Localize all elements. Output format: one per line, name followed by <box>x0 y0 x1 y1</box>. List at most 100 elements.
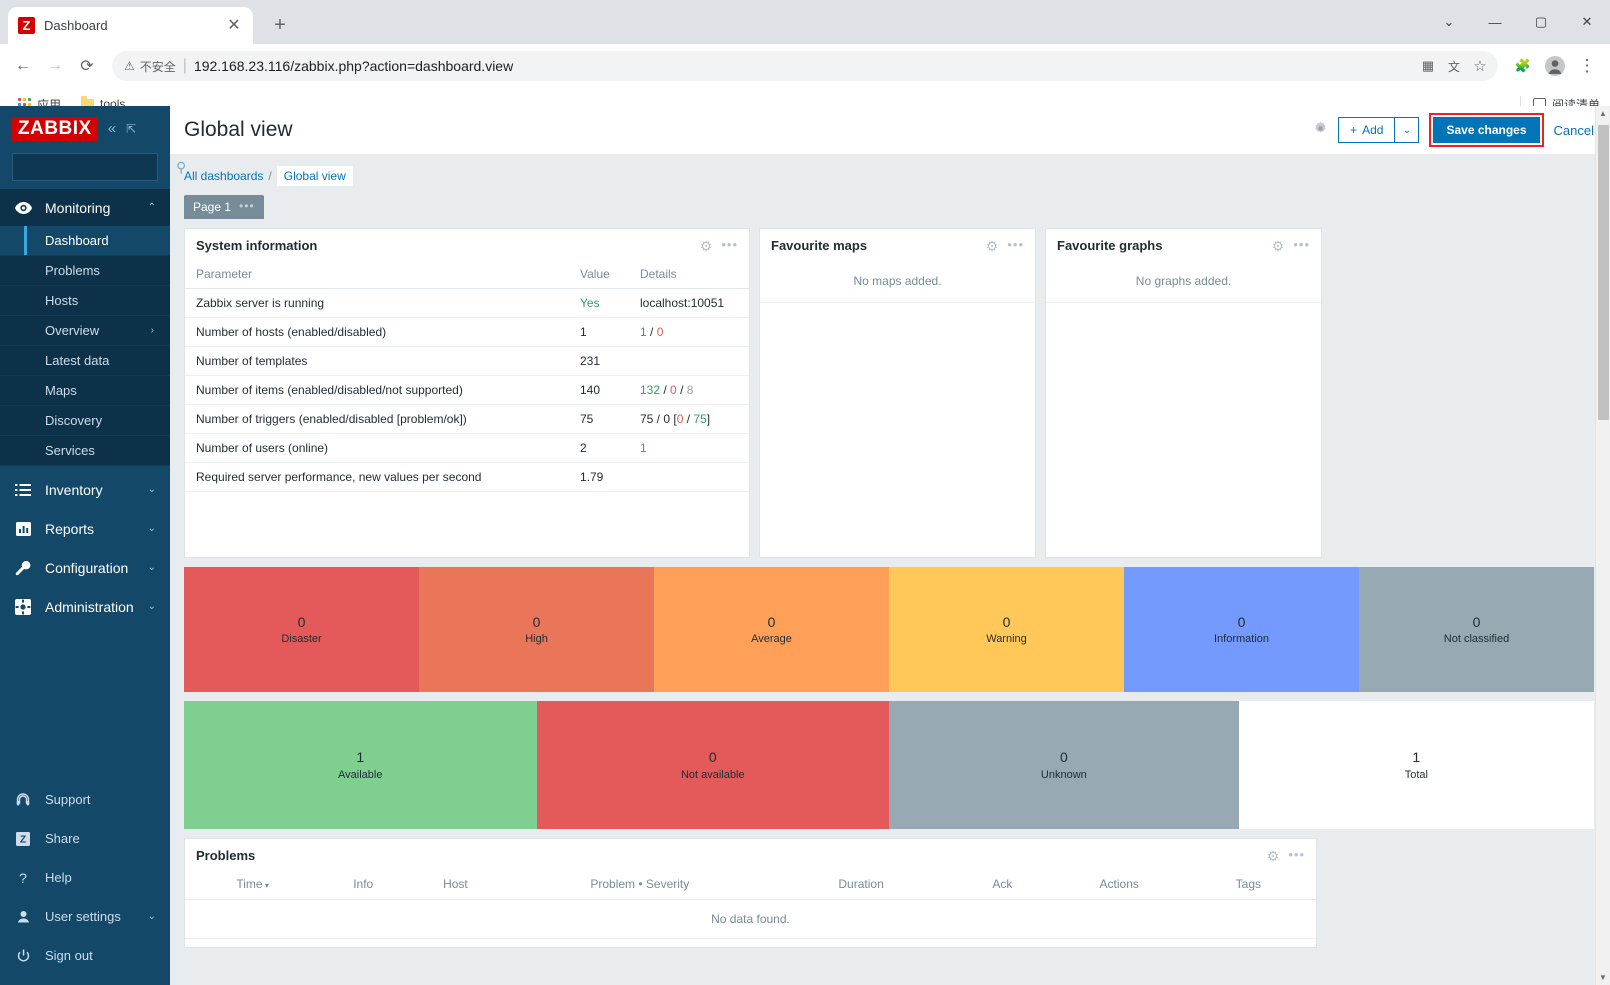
host-availability-available[interactable]: 1 Available <box>184 701 537 829</box>
chevron-down-icon: ⌄ <box>147 523 156 534</box>
browser-tab-dashboard[interactable]: Z Dashboard ✕ <box>8 7 253 44</box>
power-icon <box>14 949 32 962</box>
sidebar-item-discovery[interactable]: Discovery <box>0 406 170 436</box>
problems-column-tags[interactable]: Tags <box>1180 872 1316 900</box>
breadcrumb-global-view[interactable]: Global view <box>276 166 353 186</box>
widget-system-information-title: System information <box>196 238 318 253</box>
scrollbar-track[interactable] <box>1596 121 1610 970</box>
expand-sidebar-icon[interactable]: ⇱ <box>126 123 136 135</box>
problems-column-time[interactable]: Time ▾ <box>185 872 321 900</box>
close-window-icon[interactable]: ✕ <box>1564 6 1610 38</box>
widget-gear-icon[interactable]: ⚙ <box>1272 239 1285 253</box>
cancel-button[interactable]: Cancel <box>1554 123 1594 138</box>
sidebar-group-administration[interactable]: Administration ⌄ <box>0 588 170 625</box>
qr-code-icon[interactable]: ▦ <box>1416 54 1440 78</box>
dashboard-page-tab-1-label: Page 1 <box>193 200 232 214</box>
problems-column-duration[interactable]: Duration <box>775 872 948 900</box>
severity-tile-average[interactable]: 0 Average <box>654 567 889 692</box>
problems-column-actions[interactable]: Actions <box>1057 872 1181 900</box>
scrollbar-thumb[interactable] <box>1598 125 1609 420</box>
collapse-sidebar-icon[interactable]: « <box>108 121 116 136</box>
zabbix-z-icon: Z <box>14 831 32 846</box>
sidebar-item-latest-data[interactable]: Latest data <box>0 346 170 376</box>
problems-empty-text: No data found. <box>185 899 1316 939</box>
detail-part: / <box>646 325 657 339</box>
sidebar-item-overview[interactable]: Overview › <box>0 316 170 346</box>
sidebar-item-dashboard[interactable]: Dashboard <box>0 226 170 256</box>
widget-gear-icon[interactable]: ⚙ <box>1267 849 1280 863</box>
sidebar-item-help[interactable]: ? Help <box>0 858 170 897</box>
page-tab-menu-icon[interactable]: ••• <box>239 200 255 212</box>
severity-tile-warning[interactable]: 0 Warning <box>889 567 1124 692</box>
problems-column-info[interactable]: Info <box>320 872 407 900</box>
sidebar-group-inventory[interactable]: Inventory ⌄ <box>0 471 170 508</box>
minimize-window-icon[interactable]: — <box>1472 6 1518 38</box>
reload-icon[interactable]: ⟳ <box>72 51 102 81</box>
bookmark-star-icon[interactable]: ☆ <box>1468 54 1492 78</box>
translate-icon[interactable]: 文 <box>1442 54 1466 78</box>
back-icon[interactable]: ← <box>8 51 38 81</box>
sidebar-item-services[interactable]: Services <box>0 436 170 466</box>
severity-tile-not-classified[interactable]: 0 Not classified <box>1359 567 1594 692</box>
widget-menu-icon[interactable]: ••• <box>1293 239 1310 251</box>
not-secure-indicator[interactable]: ⚠ 不安全 <box>124 58 176 75</box>
sidebar-group-reports[interactable]: Reports ⌄ <box>0 510 170 547</box>
page-scrollbar[interactable]: ▲ ▼ <box>1595 106 1610 985</box>
sidebar-item-share[interactable]: Z Share <box>0 819 170 858</box>
problems-column-ack[interactable]: Ack <box>947 872 1058 900</box>
add-widget-button[interactable]: + Add <box>1338 117 1396 143</box>
warning-triangle-icon: ⚠ <box>124 59 135 73</box>
chevron-up-icon: ⌃ <box>147 202 156 213</box>
detail-part: / <box>660 383 671 397</box>
address-bar[interactable]: ⚠ 不安全 | 192.168.23.116/zabbix.php?action… <box>112 51 1498 81</box>
maximize-window-icon[interactable]: ▢ <box>1518 6 1564 38</box>
close-tab-icon[interactable]: ✕ <box>225 17 243 34</box>
extensions-icon[interactable]: 🧩 <box>1508 51 1538 81</box>
problems-column-problem-severity[interactable]: Problem • Severity <box>504 872 776 900</box>
new-tab-button[interactable]: + <box>265 10 295 40</box>
browser-menu-icon[interactable]: ⋮ <box>1572 51 1602 81</box>
widget-menu-icon[interactable]: ••• <box>721 239 738 251</box>
severity-tile-disaster[interactable]: 0 Disaster <box>184 567 419 692</box>
widget-menu-icon[interactable]: ••• <box>1288 849 1305 861</box>
sidebar-item-support[interactable]: Support <box>0 780 170 819</box>
detail-part: ] <box>706 412 711 426</box>
sidebar-item-problems[interactable]: Problems <box>0 256 170 286</box>
sidebar-group-configuration[interactable]: Configuration ⌄ <box>0 549 170 586</box>
sidebar-footer-menu: Support Z Share ? Help User settings ⌄ S… <box>0 780 170 985</box>
sidebar-search[interactable]: ⚲ <box>12 153 186 181</box>
search-input[interactable] <box>21 160 176 174</box>
sidebar-group-monitoring[interactable]: Monitoring ⌃ <box>0 189 170 226</box>
sidebar-item-maps[interactable]: Maps <box>0 376 170 406</box>
widget-system-information-header: System information ⚙ ••• <box>185 229 749 262</box>
dashboard-page-tab-1[interactable]: Page 1 ••• <box>184 195 264 219</box>
breadcrumb-all-dashboards[interactable]: All dashboards <box>184 169 263 183</box>
profile-avatar-icon[interactable] <box>1540 51 1570 81</box>
main-content: Global view + Add ⌄ Save changes Cancel … <box>170 106 1610 985</box>
detail-part: 75 / 0 [ <box>640 412 677 426</box>
sidebar-item-latest-data-label: Latest data <box>45 353 110 368</box>
sidebar-item-hosts[interactable]: Hosts <box>0 286 170 316</box>
scroll-up-arrow-icon[interactable]: ▲ <box>1599 106 1607 121</box>
severity-label: Average <box>751 633 792 645</box>
severity-tile-information[interactable]: 0 Information <box>1124 567 1359 692</box>
scroll-down-arrow-icon[interactable]: ▼ <box>1599 970 1607 985</box>
severity-tile-high[interactable]: 0 High <box>419 567 654 692</box>
host-availability-not-available[interactable]: 0 Not available <box>536 701 889 829</box>
table-row: Number of users (online) 2 1 <box>185 433 749 463</box>
widget-gear-icon[interactable]: ⚙ <box>986 239 999 253</box>
sidebar-item-user-settings[interactable]: User settings ⌄ <box>0 897 170 936</box>
host-availability-total[interactable]: 1 Total <box>1238 701 1594 829</box>
problems-column-host[interactable]: Host <box>406 872 505 900</box>
forward-icon[interactable]: → <box>40 51 70 81</box>
window-controls: ⌄ — ▢ ✕ <box>1426 0 1610 44</box>
zabbix-logo[interactable]: ZABBIX <box>12 116 98 141</box>
tab-search-icon[interactable]: ⌄ <box>1426 6 1472 38</box>
host-availability-unknown[interactable]: 0 Unknown <box>889 701 1239 829</box>
dashboard-settings-gear-icon[interactable] <box>1313 120 1328 140</box>
save-changes-button[interactable]: Save changes <box>1433 117 1540 143</box>
add-widget-dropdown-icon[interactable]: ⌄ <box>1395 117 1420 143</box>
widget-menu-icon[interactable]: ••• <box>1007 239 1024 251</box>
sidebar-item-sign-out[interactable]: Sign out <box>0 936 170 975</box>
widget-gear-icon[interactable]: ⚙ <box>700 239 713 253</box>
